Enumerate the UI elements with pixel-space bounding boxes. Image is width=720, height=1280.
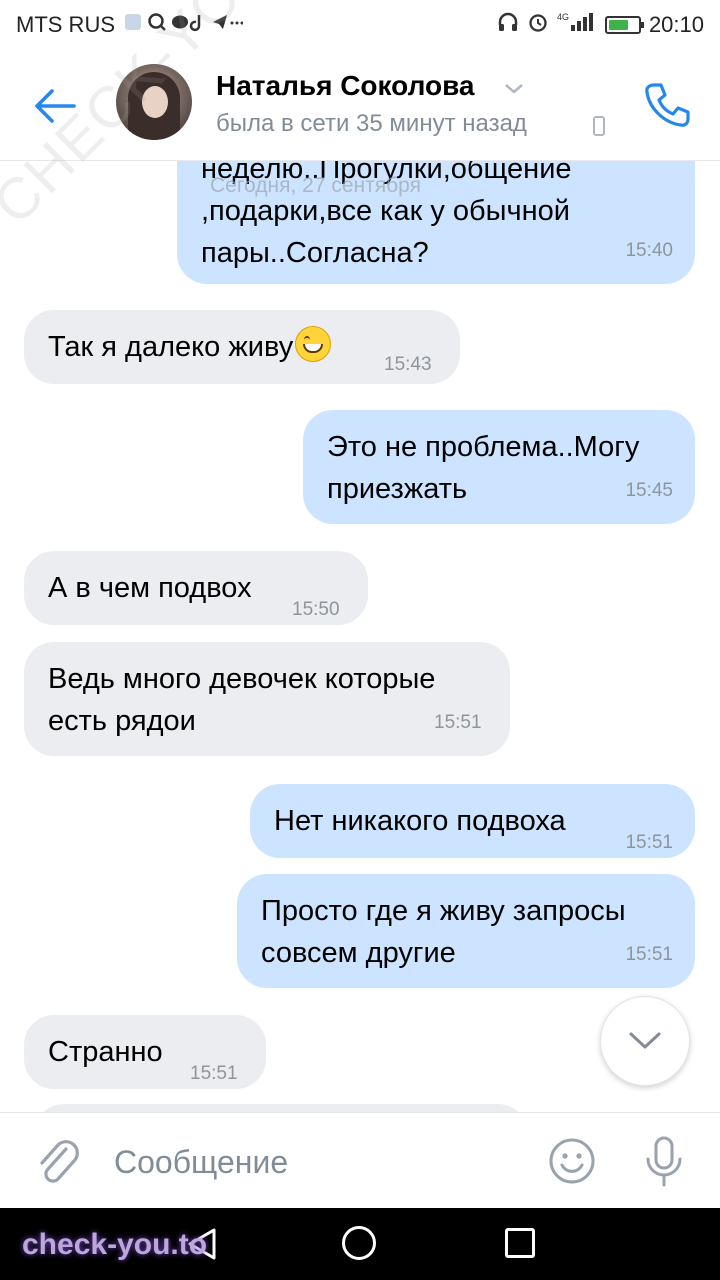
message-time: 15:51 xyxy=(625,832,673,853)
message-text: А в чем подвох xyxy=(48,572,252,604)
message-bubble-out[interactable]: Это не проблема..Могу приезжать 15:45 xyxy=(303,410,695,524)
message-time: 15:45 xyxy=(625,480,673,501)
voice-message-button[interactable] xyxy=(640,1135,688,1189)
phone-icon xyxy=(645,83,690,127)
carrier-label: MTS RUS xyxy=(16,12,115,37)
message-list[interactable]: неделю..Прогулки,общение ,подарки,все ка… xyxy=(0,160,720,1112)
message-text: Странно xyxy=(48,1036,163,1068)
message-text: есть рядои xyxy=(48,705,196,737)
message-time: 15:51 xyxy=(434,712,482,733)
smile-icon xyxy=(549,1138,595,1184)
message-text: приезжать xyxy=(327,473,468,505)
emoji-button[interactable] xyxy=(548,1137,596,1185)
headphones-icon xyxy=(497,11,519,39)
message-time: 15:51 xyxy=(625,944,673,965)
alarm-icon xyxy=(527,11,549,39)
watermark-text: check-you.to xyxy=(22,1228,208,1261)
message-bubble-in[interactable]: А в чем подвох 15:50 xyxy=(24,551,368,625)
message-time: 15:40 xyxy=(625,240,673,261)
svg-text:4G: 4G xyxy=(557,12,569,22)
message-text: Просто где я живу запросы xyxy=(261,895,626,927)
contact-name[interactable]: Наталья Соколова xyxy=(216,70,475,102)
message-text: Ведь много девочек которые xyxy=(48,663,436,695)
nav-home-button[interactable] xyxy=(342,1226,376,1260)
message-text: пары..Согласна? xyxy=(201,237,429,269)
message-time: 15:43 xyxy=(384,354,432,375)
status-right: 4G 20:10 xyxy=(497,11,704,39)
scroll-down-button[interactable] xyxy=(600,996,690,1086)
message-text: Так я далеко живу xyxy=(48,331,294,363)
message-text: Это не проблема..Могу xyxy=(327,431,640,463)
grinning-face-icon xyxy=(295,326,332,362)
date-separator: Сегодня, 27 сентября xyxy=(210,174,421,197)
message-bubble-in[interactable] xyxy=(34,1104,528,1112)
message-time: 15:50 xyxy=(292,599,340,620)
message-composer xyxy=(0,1112,720,1209)
nav-recents-button[interactable] xyxy=(505,1228,535,1258)
message-bubble-in[interactable]: Так я далеко живу 15:43 xyxy=(24,310,460,384)
battery-icon xyxy=(604,16,644,34)
status-bar: MTS RUS 4G 20:10 xyxy=(0,0,720,50)
last-seen-status: была в сети 35 минут назад xyxy=(216,110,527,137)
message-time: 15:51 xyxy=(190,1063,238,1084)
signal-icon: 4G xyxy=(557,11,597,39)
message-text: совсем другие xyxy=(261,937,456,969)
microphone-icon xyxy=(646,1136,682,1187)
mobile-device-icon xyxy=(593,116,605,136)
message-bubble-out[interactable]: Просто где я живу запросы совсем другие … xyxy=(237,874,695,988)
message-bubble-in[interactable]: Ведь много девочек которые есть рядои 15… xyxy=(24,642,510,756)
message-bubble-out[interactable]: Нет никакого подвоха 15:51 xyxy=(250,784,695,858)
message-input[interactable] xyxy=(112,1135,536,1189)
message-text: Нет никакого подвоха xyxy=(274,805,566,837)
clock: 20:10 xyxy=(648,12,704,37)
chevron-down-icon[interactable] xyxy=(504,78,524,101)
chevron-down-icon xyxy=(629,1032,661,1049)
paperclip-icon xyxy=(40,1140,79,1183)
call-button[interactable] xyxy=(642,80,692,130)
message-bubble-in[interactable]: Странно 15:51 xyxy=(24,1015,266,1089)
attach-button[interactable] xyxy=(36,1137,80,1187)
